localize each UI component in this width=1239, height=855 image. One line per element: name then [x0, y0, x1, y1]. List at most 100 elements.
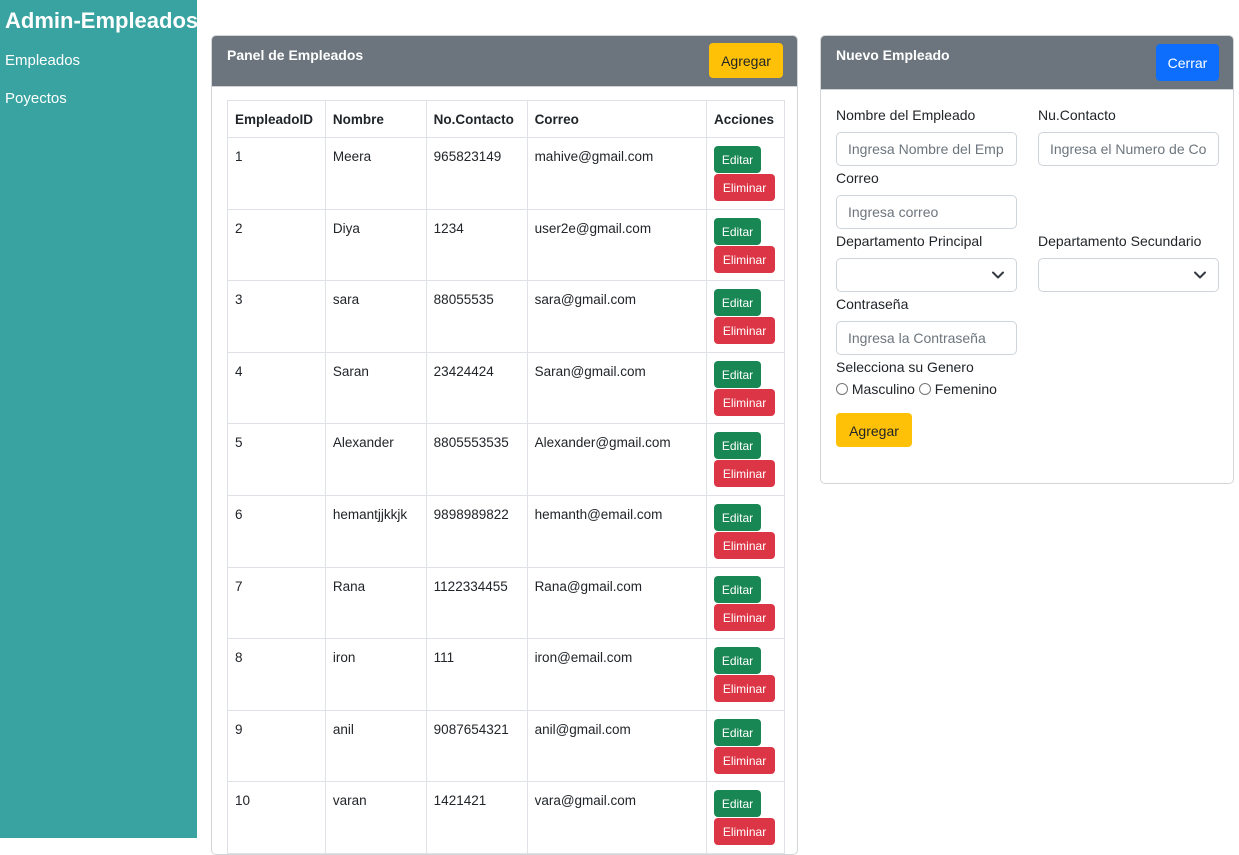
cell-acciones: Editar Eliminar [706, 423, 785, 496]
close-button[interactable]: Cerrar [1156, 44, 1219, 81]
employees-panel: Panel de Empleados Agregar EmpleadoID No… [211, 35, 798, 855]
employees-panel-header: Panel de Empleados Agregar [212, 36, 797, 87]
edit-button[interactable]: Editar [714, 575, 762, 603]
cell-id: 5 [227, 423, 326, 496]
cell-id: 1 [227, 137, 326, 210]
delete-button[interactable]: Eliminar [714, 818, 776, 846]
cell-nombre: hemantjjkkjk [324, 494, 427, 568]
contacto-label: Nu.Contacto [1038, 107, 1116, 123]
cell-correo: mahive@gmail.com [526, 137, 708, 210]
cell-id: 4 [227, 351, 326, 425]
cell-nombre: Rana [324, 566, 427, 640]
cell-nombre: iron [324, 638, 427, 711]
sidebar-item-empleados[interactable]: Empleados [0, 42, 197, 80]
edit-button[interactable]: Editar [714, 503, 762, 531]
edit-button[interactable]: Editar [714, 146, 762, 173]
cell-contacto: 1122334455 [425, 566, 528, 640]
cell-acciones: Editar Eliminar [706, 280, 785, 353]
chevron-down-icon [1194, 271, 1206, 279]
edit-button[interactable]: Editar [714, 360, 762, 388]
delete-button[interactable]: Eliminar [714, 388, 776, 416]
nombre-input[interactable]: Ingresa Nombre del Emp [836, 132, 1017, 166]
departamento-secundario-select[interactable] [1038, 258, 1219, 292]
password-input[interactable]: Ingresa la Contraseña [836, 321, 1017, 355]
cell-nombre: Meera [324, 137, 427, 210]
cell-contacto: 8805553535 [425, 423, 528, 496]
delete-button[interactable]: Eliminar [714, 174, 776, 201]
departamento-secundario-label: Departamento Secundario [1038, 233, 1202, 249]
cell-contacto: 965823149 [425, 137, 528, 210]
cell-nombre: anil [324, 709, 427, 783]
column-header-nombre: Nombre [324, 100, 427, 138]
femenino-label: Femenino [934, 381, 997, 397]
departamento-principal-select[interactable] [836, 258, 1017, 292]
password-label: Contraseña [836, 296, 909, 312]
cell-acciones: Editar Eliminar [706, 709, 785, 783]
app-brand: Admin-Empleados [5, 8, 199, 33]
edit-button[interactable]: Editar [714, 432, 762, 460]
cell-correo: Alexander@gmail.com [526, 423, 708, 496]
cell-correo: sara@gmail.com [526, 280, 708, 353]
new-employee-title: Nuevo Empleado [836, 47, 950, 63]
cell-correo: user2e@gmail.com [526, 208, 708, 282]
table-row: 7 Rana 1122334455 Rana@gmail.com Editar Elimi… [227, 566, 785, 640]
delete-button[interactable]: Eliminar [714, 603, 776, 631]
sidebar: Admin-Empleados Empleados Poyectos [0, 0, 199, 838]
cell-contacto: 9087654321 [425, 709, 528, 783]
edit-button[interactable]: Editar [714, 790, 762, 818]
add-employee-button[interactable]: Agregar [709, 43, 783, 78]
cell-correo: Saran@gmail.com [526, 351, 708, 425]
cell-correo: iron@email.com [526, 638, 708, 711]
delete-button[interactable]: Eliminar [714, 245, 776, 273]
table-row: 9 anil 9087654321 anil@gmail.com Editar Elimi… [227, 709, 785, 783]
sidebar-item-proyectos[interactable]: Poyectos [0, 80, 197, 118]
cell-nombre: Diya [324, 208, 427, 282]
table-row: 10 varan 1421421 vara@gmail.com Editar Elimin… [227, 781, 785, 854]
cell-acciones: Editar Eliminar [706, 208, 785, 282]
table-row: 8 iron 111 iron@email.com Editar Eliminar [227, 638, 785, 711]
edit-button[interactable]: Editar [714, 647, 762, 675]
delete-button[interactable]: Eliminar [714, 460, 776, 488]
cell-contacto: 111 [425, 638, 528, 711]
chevron-down-icon [992, 271, 1004, 279]
cell-acciones: Editar Eliminar [706, 781, 785, 854]
table-row: 6 hemantjjkkjk 9898989822 hemanth@email.com… [227, 494, 785, 568]
edit-button[interactable]: Editar [714, 289, 762, 317]
cell-id: 2 [227, 208, 326, 282]
submit-employee-button[interactable]: Agregar [836, 413, 912, 447]
edit-button[interactable]: Editar [714, 718, 762, 746]
correo-input[interactable]: Ingresa correo [836, 195, 1017, 229]
table-row: 5 Alexander 8805553535 Alexander@gmail.com E… [227, 423, 785, 496]
cell-correo: Rana@gmail.com [526, 566, 708, 640]
employees-panel-title: Panel de Empleados [227, 47, 364, 63]
cell-contacto: 1421421 [425, 781, 528, 854]
delete-button[interactable]: Eliminar [714, 531, 776, 559]
table-row: 2 Diya 1234 user2e@gmail.com Editar Eliminar [227, 208, 785, 282]
cell-contacto: 9898989822 [425, 494, 528, 568]
cell-nombre: Saran [324, 351, 427, 425]
column-header-acciones: Acciones [706, 100, 785, 138]
delete-button[interactable]: Eliminar [714, 317, 776, 345]
cell-acciones: Editar Eliminar [706, 351, 785, 425]
cell-acciones: Editar Eliminar [706, 494, 785, 568]
cell-contacto: 88055535 [425, 280, 528, 353]
correo-label: Correo [836, 170, 879, 186]
cell-nombre: varan [324, 781, 427, 854]
table-row: 3 sara 88055535 sara@gmail.com Editar Elimina… [227, 280, 785, 353]
edit-button[interactable]: Editar [714, 217, 762, 245]
masculino-radio[interactable] [836, 383, 848, 395]
contacto-input[interactable]: Ingresa el Numero de Co [1038, 132, 1219, 166]
table-header-row: EmpleadoID Nombre No.Contacto Correo Acc… [227, 100, 785, 138]
cell-nombre: sara [324, 280, 427, 353]
cell-id: 10 [227, 781, 326, 854]
cell-acciones: Editar Eliminar [706, 566, 785, 640]
cell-contacto: 23424424 [425, 351, 528, 425]
delete-button[interactable]: Eliminar [714, 746, 776, 774]
column-header-contacto: No.Contacto [425, 100, 528, 138]
femenino-radio[interactable] [918, 383, 931, 395]
cell-correo: hemanth@email.com [526, 494, 708, 568]
delete-button[interactable]: Eliminar [714, 675, 776, 703]
column-header-correo: Correo [526, 100, 708, 138]
cell-correo: vara@gmail.com [526, 781, 708, 854]
column-header-id: EmpleadoID [227, 100, 326, 138]
